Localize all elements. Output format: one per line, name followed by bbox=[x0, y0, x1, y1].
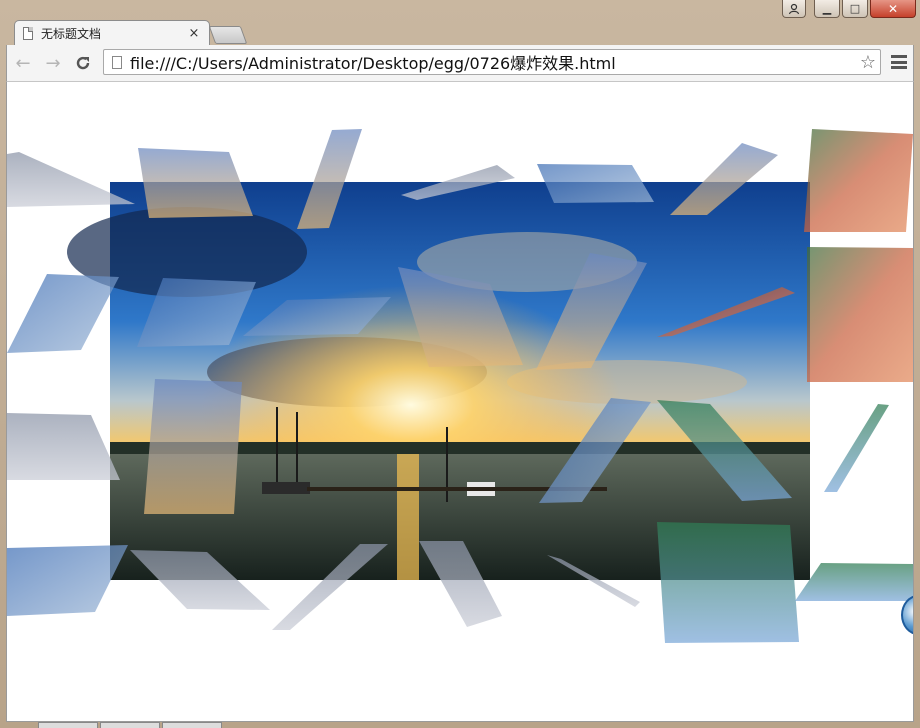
reload-icon bbox=[76, 56, 90, 70]
shard bbox=[657, 522, 799, 643]
new-tab-button[interactable] bbox=[208, 26, 248, 44]
shard bbox=[537, 164, 654, 203]
taskbar-item[interactable] bbox=[38, 722, 98, 728]
tab-title: 无标题文档 bbox=[41, 27, 102, 41]
close-icon: ✕ bbox=[887, 1, 899, 16]
reload-button[interactable] bbox=[71, 51, 95, 75]
taskbar-item[interactable] bbox=[100, 722, 160, 728]
url-text[interactable]: file:///C:/Users/Administrator/Desktop/e… bbox=[130, 50, 856, 74]
user-button[interactable] bbox=[782, 0, 806, 18]
window-caption-buttons: ▁ □ ✕ bbox=[782, 0, 916, 18]
shard bbox=[795, 563, 913, 601]
maximize-icon: □ bbox=[849, 2, 861, 15]
toolbar: ← → file:///C:/Users/Administrator/Deskt… bbox=[6, 45, 914, 81]
user-icon bbox=[788, 3, 800, 14]
shard bbox=[807, 247, 913, 382]
forward-arrow-icon: → bbox=[45, 52, 61, 74]
minimize-button[interactable]: ▁ bbox=[814, 0, 840, 18]
shard bbox=[7, 274, 119, 353]
shard bbox=[7, 152, 135, 207]
forward-button[interactable]: → bbox=[41, 51, 65, 75]
shard bbox=[144, 379, 242, 514]
page-viewport bbox=[6, 81, 914, 722]
close-window-button[interactable]: ✕ bbox=[870, 0, 916, 18]
star-icon[interactable]: ☆ bbox=[856, 52, 880, 73]
back-arrow-icon: ← bbox=[15, 52, 31, 74]
explosion-scene bbox=[7, 129, 913, 643]
shard bbox=[7, 545, 128, 616]
shard bbox=[824, 404, 889, 492]
tab-active[interactable]: 无标题文档 × bbox=[14, 20, 210, 46]
taskbar-strip bbox=[0, 722, 920, 728]
back-button[interactable]: ← bbox=[11, 51, 35, 75]
shard bbox=[138, 148, 253, 218]
minimize-icon: ▁ bbox=[822, 2, 832, 15]
menu-icon[interactable] bbox=[891, 53, 907, 71]
shard bbox=[804, 129, 913, 232]
tab-close-icon[interactable]: × bbox=[187, 26, 201, 41]
maximize-button[interactable]: □ bbox=[842, 0, 868, 18]
address-bar[interactable]: file:///C:/Users/Administrator/Desktop/e… bbox=[103, 49, 881, 75]
taskbar-item[interactable] bbox=[162, 722, 222, 728]
document-icon bbox=[23, 27, 33, 40]
browser-window: ▁ □ ✕ 无标题文档 × ← → file:///C:/Users/Admin… bbox=[0, 0, 920, 728]
shard bbox=[7, 413, 120, 480]
page-icon bbox=[112, 55, 122, 69]
